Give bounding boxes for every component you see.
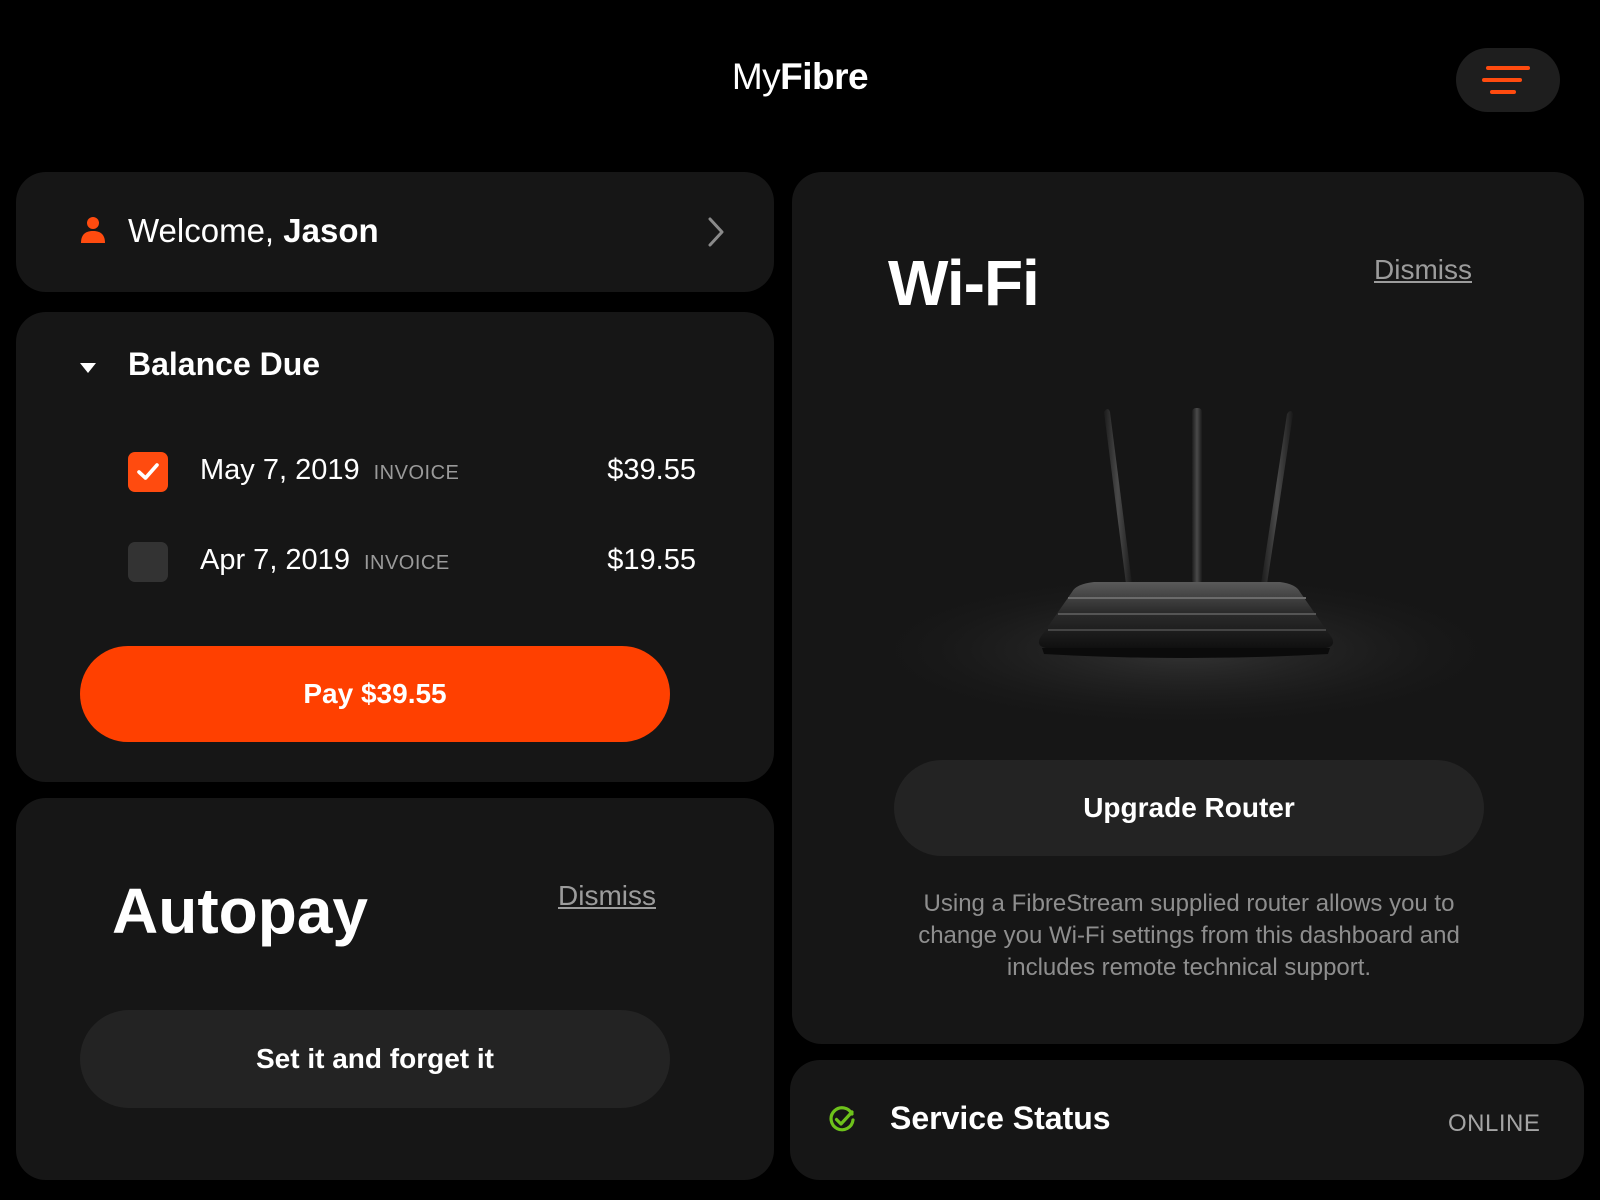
autopay-setup-button[interactable]: Set it and forget it: [80, 1010, 670, 1108]
invoice-tag: INVOICE: [363, 552, 450, 574]
brand-prefix: My: [731, 56, 781, 97]
service-status-card[interactable]: Service Status ONLINE: [790, 1060, 1584, 1180]
invoice-row: Apr 7, 2019 INVOICE $19.55: [128, 542, 696, 584]
welcome-text: Welcome, Jason: [128, 212, 379, 250]
check-circle-icon: [829, 1106, 855, 1132]
wifi-card: Wi-Fi Dismiss Upgrade Router Using a Fib…: [792, 172, 1584, 1044]
autopay-title: Autopay: [112, 875, 368, 947]
service-status-value: ONLINE: [1448, 1110, 1541, 1137]
wifi-dismiss-link[interactable]: Dismiss: [1374, 254, 1472, 286]
router-image: [856, 408, 1516, 730]
user-name: Jason: [283, 212, 379, 249]
invoice-date-block: Apr 7, 2019 INVOICE: [200, 544, 450, 577]
upgrade-router-button[interactable]: Upgrade Router: [894, 760, 1484, 856]
menu-button[interactable]: [1456, 48, 1560, 112]
person-icon: [81, 217, 105, 243]
invoice-date: Apr 7, 2019: [200, 544, 350, 576]
welcome-greeting: Welcome,: [128, 212, 275, 249]
invoice-tag: INVOICE: [373, 462, 460, 484]
checkmark-icon: [137, 463, 159, 480]
chevron-right-icon: [708, 217, 724, 247]
invoice-amount: $39.55: [607, 454, 696, 486]
app-logo: MyFibre: [0, 56, 1600, 98]
brand-bold: Fibre: [780, 56, 869, 97]
service-status-label: Service Status: [890, 1100, 1111, 1136]
invoice-date-block: May 7, 2019 INVOICE: [200, 454, 459, 487]
autopay-card: Autopay Dismiss Set it and forget it: [16, 798, 774, 1180]
invoice-checkbox[interactable]: [128, 542, 168, 582]
balance-due-card: Balance Due May 7, 2019 INVOICE $39.55 Ap…: [16, 312, 774, 782]
autopay-dismiss-link[interactable]: Dismiss: [558, 880, 656, 912]
invoice-amount: $19.55: [607, 544, 696, 576]
wifi-description: Using a FibreStream supplied router allo…: [918, 890, 1460, 981]
balance-title: Balance Due: [128, 346, 321, 382]
welcome-card[interactable]: Welcome, Jason: [16, 172, 774, 292]
invoice-date: May 7, 2019: [200, 454, 360, 486]
pay-button[interactable]: Pay $39.55: [80, 646, 670, 742]
invoice-row: May 7, 2019 INVOICE $39.55: [128, 452, 696, 494]
invoice-checkbox[interactable]: [128, 452, 168, 492]
dashboard-page: MyFibre Welcome, Jason Balance Due May 7…: [0, 0, 1600, 1200]
wifi-title: Wi-Fi: [888, 247, 1040, 319]
caret-down-icon[interactable]: [79, 362, 97, 374]
